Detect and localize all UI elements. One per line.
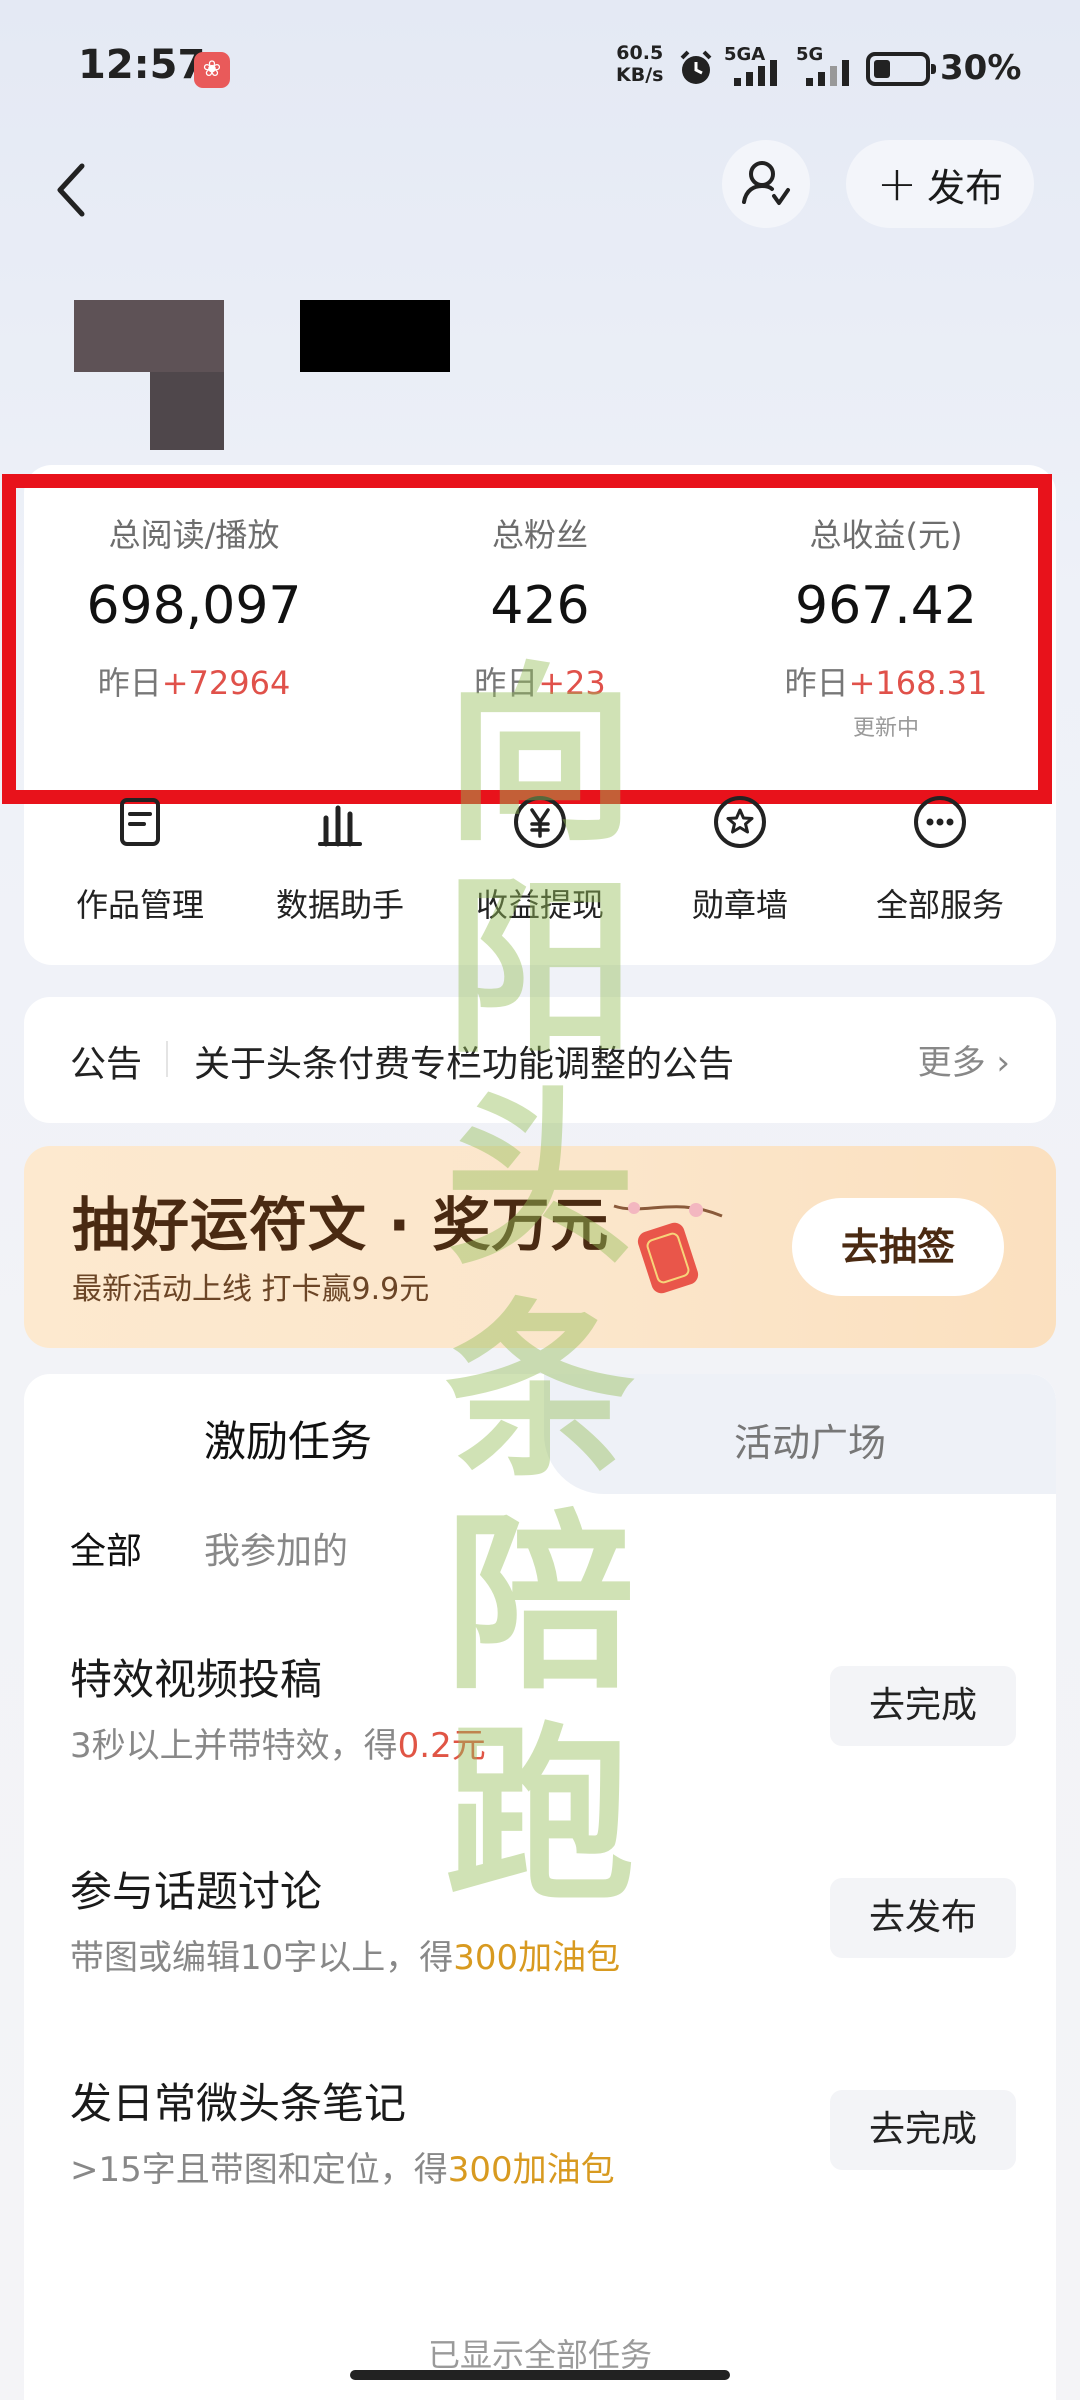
status-time: 12:57 <box>78 42 206 88</box>
divider <box>166 1041 168 1077</box>
task-desc: 3秒以上并带特效，得0.2元 <box>70 1726 486 1766</box>
task-reward: 0.2元 <box>397 1726 486 1766</box>
service-all-services[interactable]: 全部服务 <box>850 790 1030 926</box>
service-label: 作品管理 <box>75 886 204 924</box>
draw-lot-button[interactable]: 去抽签 <box>792 1198 1004 1296</box>
task-item: 参与话题讨论 带图或编辑10字以上，得300加油包 去发布 <box>24 1858 1056 2018</box>
status-bar: 12:57 ❀ 60.5 KB/s 5GA 5G 30% <box>0 0 1080 140</box>
network-speed: 60.5 KB/s <box>616 42 663 86</box>
announcement-bar[interactable]: 公告 关于头条付费专栏功能调整的公告 更多 › <box>24 997 1056 1123</box>
avatar-redacted <box>74 300 224 372</box>
task-reward: 300加油包 <box>447 2150 615 2190</box>
network-speed-value: 60.5 <box>616 42 664 64</box>
tab-incentive-tasks[interactable]: 激励任务 <box>204 1408 372 1469</box>
follow-user-button[interactable] <box>722 140 810 228</box>
tasks-panel: 激励任务 活动广场 全部 我参加的 特效视频投稿 3秒以上并带特效，得0.2元 … <box>24 1374 1056 2400</box>
service-label: 收益提现 <box>475 886 604 924</box>
task-action-button[interactable]: 去完成 <box>830 2090 1016 2170</box>
banner-title: 抽好运符文 · 奖万元 <box>72 1191 610 1259</box>
yen-icon <box>514 796 566 848</box>
task-item: 特效视频投稿 3秒以上并带特效，得0.2元 去完成 <box>24 1646 1056 1806</box>
publish-label: 发布 <box>927 165 1004 210</box>
lucky-charm-icon <box>613 1202 723 1294</box>
announcement-more-link[interactable]: 更多 › <box>918 1035 1010 1084</box>
task-title: 发日常微头条笔记 <box>70 2079 407 2128</box>
service-data-assistant[interactable]: 数据助手 <box>250 790 430 926</box>
battery-percent: 30% <box>940 48 1022 88</box>
task-action-button[interactable]: 去发布 <box>830 1878 1016 1958</box>
service-label: 全部服务 <box>875 886 1004 924</box>
service-medal-wall[interactable]: 勋章墙 <box>650 790 830 926</box>
service-earnings-withdraw[interactable]: 收益提现 <box>450 790 630 926</box>
service-works-management[interactable]: 作品管理 <box>50 790 230 926</box>
service-label: 勋章墙 <box>691 886 788 924</box>
avatar-redacted-part <box>150 372 224 450</box>
announcement-tag: 公告 <box>70 1044 143 1085</box>
battery-icon <box>866 52 936 86</box>
more-icon <box>914 796 966 848</box>
service-label: 数据助手 <box>275 886 404 924</box>
tab-activity-square[interactable]: 活动广场 <box>734 1412 886 1467</box>
task-desc: >15字且带图和定位，得300加油包 <box>70 2150 615 2190</box>
bar-chart-icon <box>318 805 362 847</box>
banner-subtitle: 最新活动上线 打卡赢9.9元 <box>72 1272 430 1307</box>
task-action-button[interactable]: 去完成 <box>830 1666 1016 1746</box>
plus-icon: + <box>876 156 918 212</box>
task-item: 发日常微头条笔记 >15字且带图和定位，得300加油包 去完成 <box>24 2070 1056 2230</box>
highlight-frame <box>2 474 1052 804</box>
username-redacted <box>300 300 450 372</box>
home-indicator[interactable] <box>350 2370 730 2380</box>
filter-joined[interactable]: 我参加的 <box>204 1522 348 1574</box>
task-title: 特效视频投稿 <box>70 1655 323 1704</box>
network-speed-unit: KB/s <box>616 64 664 86</box>
signal-2-icon <box>806 60 849 86</box>
publish-button[interactable]: + 发布 <box>846 140 1034 228</box>
alarm-icon <box>680 50 712 84</box>
signal-1-icon <box>734 60 777 86</box>
document-icon <box>120 798 160 846</box>
promo-banner[interactable]: 抽好运符文 · 奖万元 最新活动上线 打卡赢9.9元 去抽签 <box>24 1146 1056 1348</box>
announcement-text[interactable]: 关于头条付费专栏功能调整的公告 <box>194 1035 734 1087</box>
filter-all[interactable]: 全部 <box>70 1522 142 1574</box>
user-check-icon <box>742 161 790 205</box>
medal-icon <box>714 796 766 848</box>
app-notification-icon: ❀ <box>194 52 230 88</box>
back-arrow-icon[interactable] <box>44 150 104 230</box>
task-reward: 300加油包 <box>453 1938 621 1978</box>
chevron-right-icon: › <box>985 1043 1010 1083</box>
task-title: 参与话题讨论 <box>70 1867 323 1916</box>
task-desc: 带图或编辑10字以上，得300加油包 <box>70 1938 621 1978</box>
